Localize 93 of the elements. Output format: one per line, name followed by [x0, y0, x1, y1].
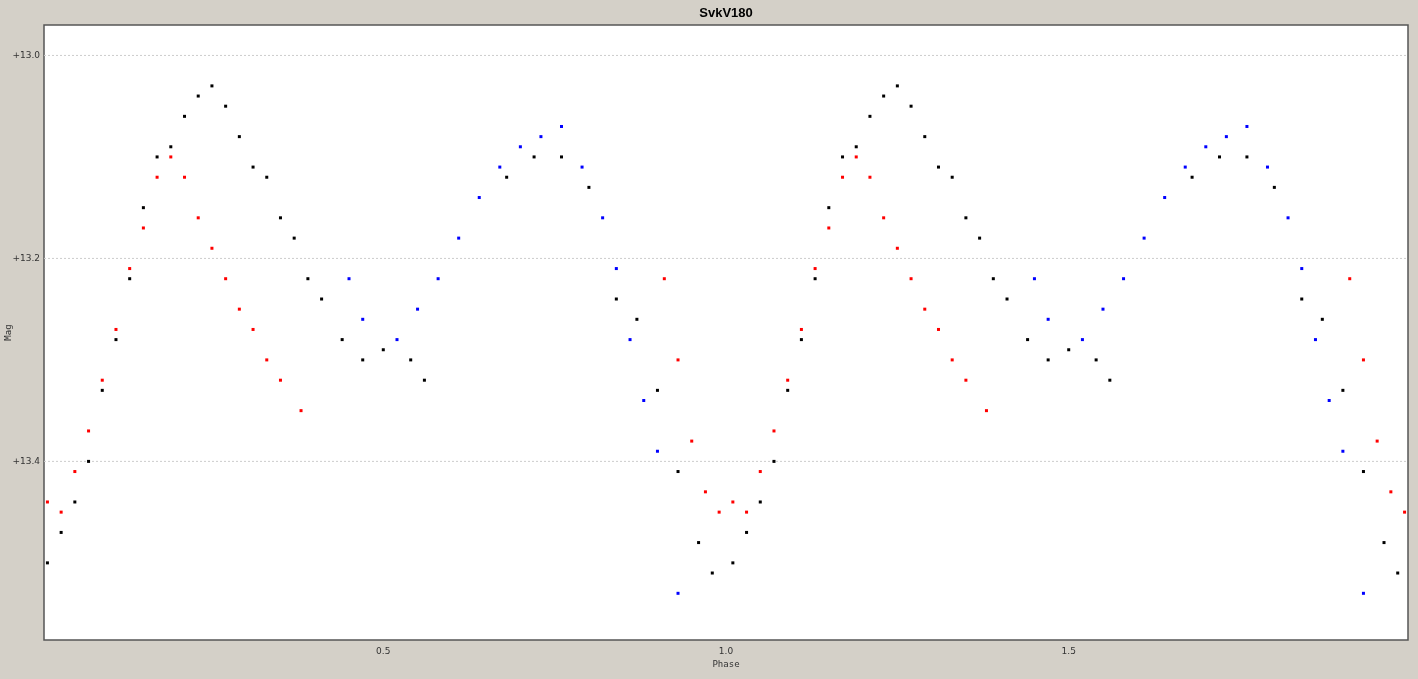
point	[1327, 399, 1331, 402]
point	[278, 378, 282, 382]
point	[1389, 490, 1393, 494]
point	[1245, 124, 1249, 128]
point	[128, 267, 132, 271]
x-tick-label: 1.0	[718, 646, 734, 656]
y-tick-label: +13.0	[12, 50, 40, 61]
point	[155, 175, 159, 179]
point	[299, 409, 303, 413]
point	[703, 490, 707, 494]
point	[690, 439, 694, 443]
point	[964, 378, 968, 382]
point	[73, 470, 77, 474]
y-tick-label: +13.2	[12, 253, 40, 264]
point	[676, 358, 680, 362]
point	[1348, 277, 1352, 281]
point	[601, 216, 605, 220]
point	[813, 267, 817, 271]
x-axis-label: Phase	[712, 659, 740, 669]
point	[87, 429, 91, 433]
point	[895, 246, 899, 250]
point	[1265, 165, 1269, 169]
point	[518, 145, 522, 149]
point	[745, 510, 749, 514]
point	[237, 307, 241, 311]
point	[717, 510, 721, 514]
point	[1183, 165, 1187, 169]
point	[731, 500, 735, 504]
point	[224, 277, 228, 281]
y-axis-label: Mag	[3, 324, 13, 341]
point	[854, 155, 858, 159]
point	[1142, 236, 1146, 240]
x-tick-label: 1.5	[1061, 646, 1076, 656]
point	[628, 338, 632, 342]
point	[580, 165, 584, 169]
x-tick-label: 0.5	[376, 646, 391, 656]
point	[799, 327, 803, 331]
point	[1163, 196, 1167, 200]
point	[477, 196, 481, 200]
point	[251, 327, 255, 331]
point	[642, 399, 646, 402]
point	[45, 500, 49, 504]
point	[1122, 277, 1126, 281]
point	[457, 236, 461, 240]
point	[1080, 338, 1084, 342]
point	[1032, 277, 1036, 281]
point	[416, 307, 420, 311]
point	[1224, 135, 1228, 139]
y-tick-label: +13.4	[12, 456, 40, 467]
point	[59, 510, 63, 514]
point	[183, 175, 187, 179]
point	[1403, 510, 1407, 514]
point	[141, 226, 145, 230]
point	[100, 378, 104, 382]
point	[655, 449, 659, 453]
point	[1361, 358, 1365, 362]
point	[786, 378, 790, 382]
point	[210, 246, 214, 250]
point	[1286, 216, 1290, 220]
point	[868, 175, 872, 179]
point	[772, 429, 776, 433]
point	[1046, 317, 1050, 321]
point	[1361, 591, 1365, 595]
point	[1300, 267, 1304, 271]
point	[361, 317, 365, 321]
point	[265, 358, 269, 362]
point	[614, 267, 618, 271]
point	[882, 216, 886, 220]
point	[984, 409, 988, 413]
point	[1204, 145, 1208, 149]
point	[114, 327, 118, 331]
point	[1101, 307, 1105, 311]
point	[936, 327, 940, 331]
point	[950, 358, 954, 362]
point	[909, 277, 913, 281]
point	[169, 155, 173, 159]
point	[1341, 449, 1345, 453]
point	[1313, 338, 1317, 342]
point	[758, 470, 762, 474]
point	[662, 277, 666, 281]
point	[498, 165, 502, 169]
point	[196, 216, 200, 220]
point	[923, 307, 927, 311]
point	[347, 277, 351, 281]
point	[841, 175, 845, 179]
point	[827, 226, 831, 230]
point	[560, 124, 563, 128]
point	[1375, 439, 1379, 443]
point	[436, 277, 440, 281]
point	[676, 591, 680, 595]
chart-title: SvkV180	[699, 5, 753, 20]
point	[539, 135, 543, 139]
point	[395, 338, 399, 342]
